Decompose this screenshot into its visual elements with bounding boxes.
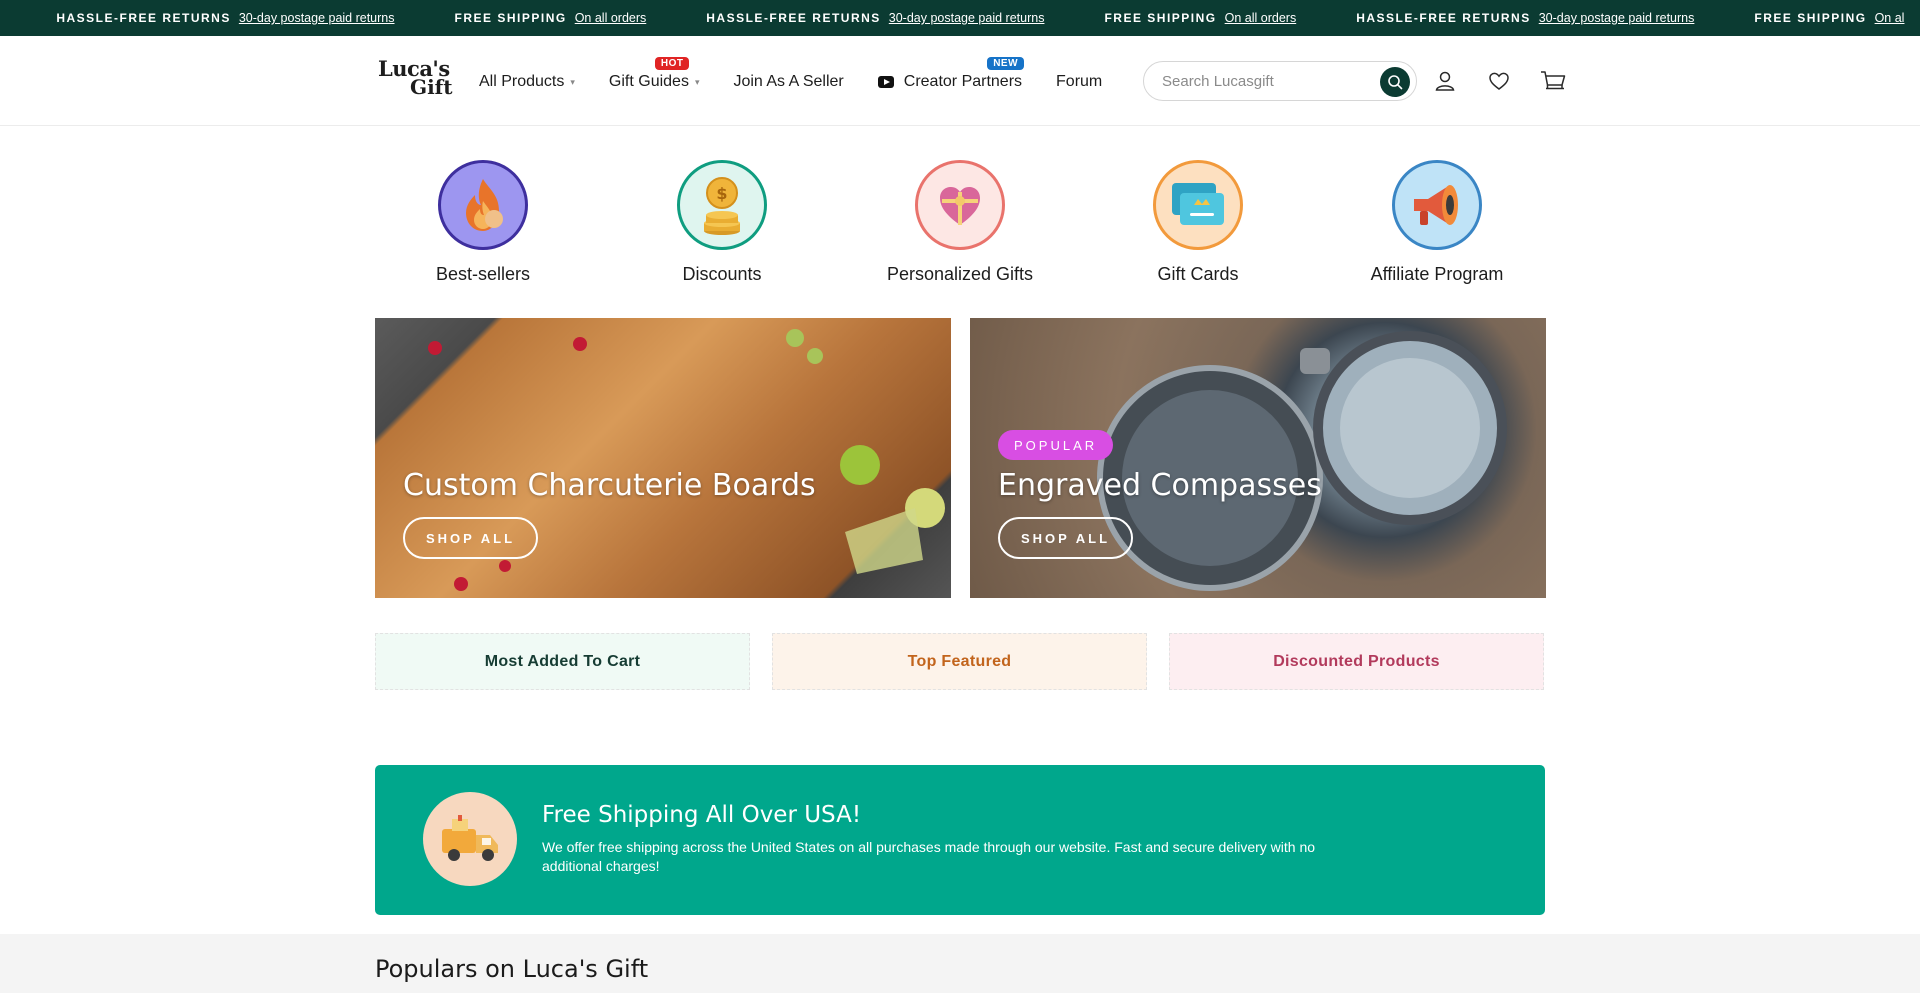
category-circle [1153, 160, 1243, 250]
shipping-description: We offer free shipping across the United… [542, 839, 1316, 874]
tab-top-featured[interactable]: Top Featured [772, 633, 1147, 690]
nav-item-forum[interactable]: Forum [1056, 73, 1102, 91]
category-personalized-gifts[interactable]: Personalized Gifts [850, 160, 1070, 285]
announcement-item: FREE SHIPPING On all orders [1104, 11, 1296, 25]
announcement-title: FREE SHIPPING [1104, 11, 1217, 25]
announcement-track: ders HASSLE-FREE RETURNS 30-day postage … [0, 0, 1920, 36]
delivery-circle [423, 792, 517, 886]
announcement-bar: ders HASSLE-FREE RETURNS 30-day postage … [0, 0, 1920, 36]
banner-title: Engraved Compasses [998, 468, 1322, 503]
announcement-link[interactable]: On all orders [575, 11, 647, 25]
announcement-link[interactable]: 30-day postage paid returns [889, 11, 1045, 25]
banner-title: Custom Charcuterie Boards [403, 468, 816, 503]
category-circle [438, 160, 528, 250]
shipping-title: Free Shipping All Over USA! [542, 802, 862, 828]
category-best-sellers[interactable]: Best-sellers [373, 160, 593, 285]
announcement-item: HASSLE-FREE RETURNS 30-day postage paid … [706, 11, 1044, 25]
announcement-item: HASSLE-FREE RETURNS 30-day postage paid … [56, 11, 394, 25]
announcement-link[interactable]: 30-day postage paid returns [239, 11, 395, 25]
tab-discounted-products[interactable]: Discounted Products [1169, 633, 1544, 690]
chevron-down-icon: ▾ [570, 76, 575, 87]
announcement-title: HASSLE-FREE RETURNS [1356, 11, 1531, 25]
nav-item-gift-guides[interactable]: Gift Guides ▾ HOT [608, 57, 700, 91]
announcement-title: HASSLE-FREE RETURNS [706, 11, 881, 25]
svg-text:$: $ [716, 184, 727, 203]
free-shipping-banner: Free Shipping All Over USA! We offer fre… [375, 765, 1545, 915]
megaphone-icon [1414, 185, 1458, 225]
announcement-link[interactable]: On all orders [1225, 11, 1297, 25]
announcement-link[interactable]: On al [1875, 11, 1905, 25]
announcement-link[interactable]: 30-day postage paid returns [1539, 11, 1695, 25]
section-title: Populars on Luca's Gift [375, 955, 649, 983]
announcement-item: HASSLE-FREE RETURNS 30-day postage paid … [1356, 11, 1694, 25]
search-input[interactable] [1162, 62, 1372, 100]
category-label: Best-sellers [435, 264, 531, 284]
populars-section: Populars on Luca's Gift [0, 934, 1920, 993]
nav-item-join-as-seller[interactable]: Join As A Seller [733, 73, 843, 91]
coins-icon: $ [704, 177, 740, 235]
announcement-item: FREE SHIPPING On all orders [455, 11, 647, 25]
site-header: Luca's Gift All Products ▾ Gift Guides ▾… [0, 36, 1920, 126]
hot-badge: HOT [654, 57, 690, 70]
youtube-icon [877, 76, 894, 88]
banner-charcuterie-boards[interactable]: Custom Charcuterie Boards SHOP ALL [375, 318, 951, 598]
chevron-down-icon: ▾ [694, 76, 700, 87]
category-discounts[interactable]: $ Discounts [612, 160, 832, 285]
category-label: Discounts [682, 264, 762, 284]
shop-all-button[interactable]: SHOP ALL [998, 517, 1134, 559]
flame-icon [466, 179, 503, 231]
nav-item-label: All Products [479, 73, 565, 90]
announcement-title: FREE SHIPPING [454, 11, 567, 25]
category-circle [915, 160, 1005, 250]
site-logo[interactable]: Luca's Gift [378, 58, 453, 104]
category-circle [1392, 160, 1482, 250]
category-label: Personalized Gifts [886, 264, 1034, 284]
tab-most-added-to-cart[interactable]: Most Added To Cart [375, 633, 750, 690]
wishlist-button[interactable] [1484, 66, 1514, 96]
nav-item-all-products[interactable]: All Products ▾ [479, 73, 575, 91]
gift-card-icon [1172, 183, 1224, 225]
announcement-title: FREE SHIPPING [1754, 11, 1867, 25]
account-icon [1435, 71, 1455, 91]
announcement-item: FREE SHIPPING On al [1754, 11, 1904, 25]
category-gift-cards[interactable]: Gift Cards [1088, 160, 1308, 285]
delivery-truck-icon [442, 815, 498, 861]
search-box [1143, 61, 1417, 101]
category-label: Affiliate Program [1370, 264, 1504, 284]
cart-button[interactable] [1538, 66, 1568, 96]
main-nav: All Products ▾ Gift Guides ▾ HOT Join As… [479, 57, 1136, 94]
announcement-title: HASSLE-FREE RETURNS [56, 11, 231, 25]
cart-icon [1541, 71, 1566, 90]
category-label: Gift Cards [1157, 264, 1239, 284]
search-icon [1388, 75, 1403, 90]
popular-badge: POPULAR [998, 430, 1114, 460]
banner-engraved-compasses[interactable]: POPULAR Engraved Compasses SHOP ALL [970, 318, 1546, 598]
nav-item-label: Gift Guides [608, 73, 689, 90]
nav-item-label: Join As A Seller [733, 73, 844, 90]
gift-heart-icon [940, 187, 980, 225]
nav-item-creator-partners[interactable]: Creator Partners NEW [877, 57, 1025, 91]
shop-all-button[interactable]: SHOP ALL [403, 517, 539, 559]
search-button[interactable] [1380, 67, 1410, 97]
new-badge: NEW [987, 57, 1025, 70]
category-circle: $ [677, 160, 767, 250]
category-affiliate-program[interactable]: Affiliate Program [1327, 160, 1547, 285]
nav-item-label: Creator Partners [903, 73, 1023, 90]
nav-item-label: Forum [1056, 73, 1103, 90]
account-button[interactable] [1430, 66, 1460, 96]
heart-icon [1489, 72, 1509, 90]
